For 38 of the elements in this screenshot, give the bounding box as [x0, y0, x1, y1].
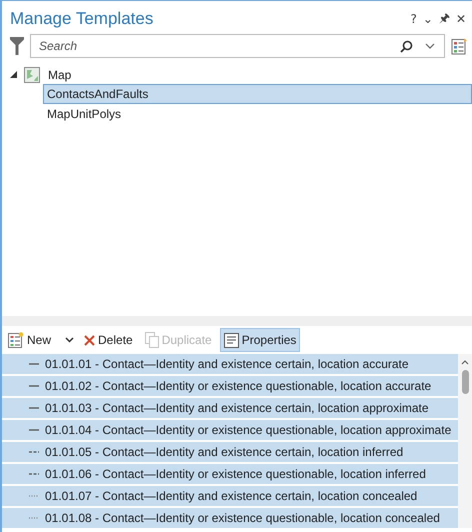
dropdown-caret-icon[interactable] [425, 43, 435, 49]
dropdown-caret-icon[interactable] [65, 337, 74, 343]
dashed-line-icon [29, 451, 39, 453]
properties-icon [224, 332, 239, 348]
scroll-up-icon[interactable] [461, 360, 469, 365]
template-row[interactable]: 01.01.07 - Contact—Identity and existence certain, location concealed [2, 486, 458, 506]
template-row[interactable]: 01.01.08 - Contact—Identity or existence questionable, location concealed [2, 508, 458, 528]
solid-line-icon [29, 429, 39, 431]
dotted-line-icon [29, 495, 39, 497]
template-row[interactable]: 01.01.04 - Contact—Identity or existence questionable, location approximate [2, 420, 458, 440]
template-row[interactable]: 01.01.06 - Contact—Identity or existence questionable, location inferred [2, 464, 458, 484]
scroll-thumb[interactable] [462, 370, 468, 394]
tree-item[interactable]: ContactsAndFaults [43, 84, 472, 104]
list-options-icon[interactable] [451, 38, 468, 54]
template-row[interactable]: 01.01.02 - Contact—Identity or existence questionable, location accurate [2, 376, 458, 396]
solid-line-icon [29, 407, 39, 409]
expanded-triangle-icon[interactable] [10, 71, 18, 79]
filter-icon[interactable] [10, 37, 24, 55]
template-row[interactable]: 01.01.03 - Contact—Identity and existence certain, location approximate [2, 398, 458, 418]
template-row[interactable]: 01.01.05 - Contact—Identity and existence certain, location inferred [2, 442, 458, 462]
solid-line-icon [29, 363, 39, 365]
dashed-line-icon [29, 473, 39, 475]
solid-line-icon [29, 385, 39, 387]
tree-item[interactable]: Map [48, 68, 72, 82]
new-template-icon [8, 332, 24, 348]
delete-button[interactable]: Delete [80, 328, 137, 352]
scrollbar[interactable] [458, 354, 472, 528]
dotted-line-icon [29, 517, 39, 519]
tree-item[interactable]: MapUnitPolys [43, 104, 472, 124]
copy-icon [144, 332, 159, 348]
search-field[interactable]: Search [30, 34, 445, 58]
map-icon [24, 67, 40, 83]
delete-x-icon [84, 334, 96, 346]
window-title: Manage Templates [10, 9, 154, 29]
template-row[interactable]: 01.01.01 - Contact—Identity and existence certain, location accurate [2, 354, 458, 374]
new-button[interactable]: New [4, 328, 56, 352]
properties-button[interactable]: Properties [220, 328, 300, 352]
search-icon[interactable] [400, 40, 413, 52]
